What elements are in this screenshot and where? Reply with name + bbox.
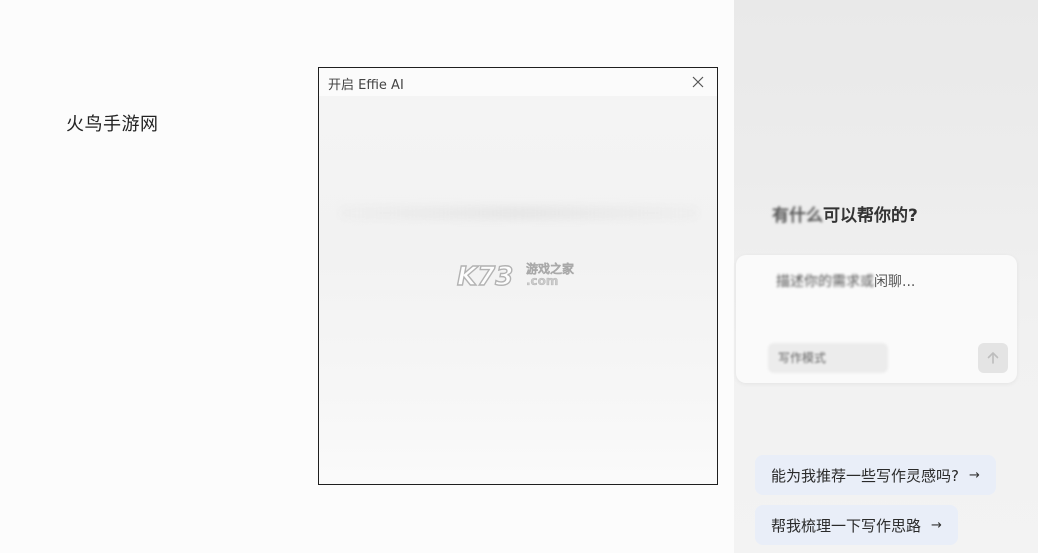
close-button[interactable] <box>689 73 707 91</box>
placeholder-text: 闲聊... <box>874 274 916 290</box>
site-label: 火鸟手游网 <box>66 114 159 135</box>
watermark-text: 游戏之家 .com <box>526 263 574 287</box>
greeting-obscured-text: 有什么 <box>772 206 823 226</box>
send-button[interactable] <box>978 343 1008 373</box>
dialog-titlebar: 开启 Effie AI <box>319 68 717 96</box>
dialog-title: 开启 Effie AI <box>328 78 404 93</box>
arrow-up-icon <box>987 352 999 364</box>
watermark-domain: .com <box>526 274 559 288</box>
arrow-right-icon: → <box>931 517 942 533</box>
dialog-content: K73 游戏之家 .com <box>319 96 717 484</box>
close-icon <box>692 76 704 88</box>
chat-panel: 有什么可以帮你的? 描述你的需求或闲聊... 写作模式 能为我推荐一些写作灵感吗… <box>734 0 1038 553</box>
mode-chip[interactable]: 写作模式 <box>768 343 888 373</box>
chat-input-placeholder[interactable]: 描述你的需求或闲聊... <box>776 271 915 291</box>
loading-shimmer <box>339 206 699 220</box>
watermark-logo: K73 游戏之家 .com <box>455 260 574 290</box>
placeholder-obscured-text: 描述你的需求或 <box>776 274 874 290</box>
suggestion-label: 帮我梳理一下写作思路 <box>771 516 922 535</box>
arrow-right-icon: → <box>968 467 980 483</box>
screen: 火鸟手游网 有什么可以帮你的? 描述你的需求或闲聊... 写作模式 能为我推荐一… <box>0 0 1038 553</box>
suggestion-label: 能为我推荐一些写作灵感吗? <box>771 466 959 485</box>
effie-ai-dialog: 开启 Effie AI K73 游戏之家 .com <box>318 67 718 485</box>
greeting-heading: 有什么可以帮你的? <box>772 201 918 226</box>
watermark-brand-mark: K73 <box>456 261 514 290</box>
watermark-brand: K73 <box>457 262 513 290</box>
suggestion-writing-inspiration[interactable]: 能为我推荐一些写作灵感吗? → <box>755 455 996 495</box>
greeting-text: 可以帮你的? <box>823 206 918 226</box>
suggestion-writing-outline[interactable]: 帮我梳理一下写作思路 → <box>755 505 958 545</box>
chat-input-card[interactable]: 描述你的需求或闲聊... 写作模式 <box>736 255 1017 383</box>
